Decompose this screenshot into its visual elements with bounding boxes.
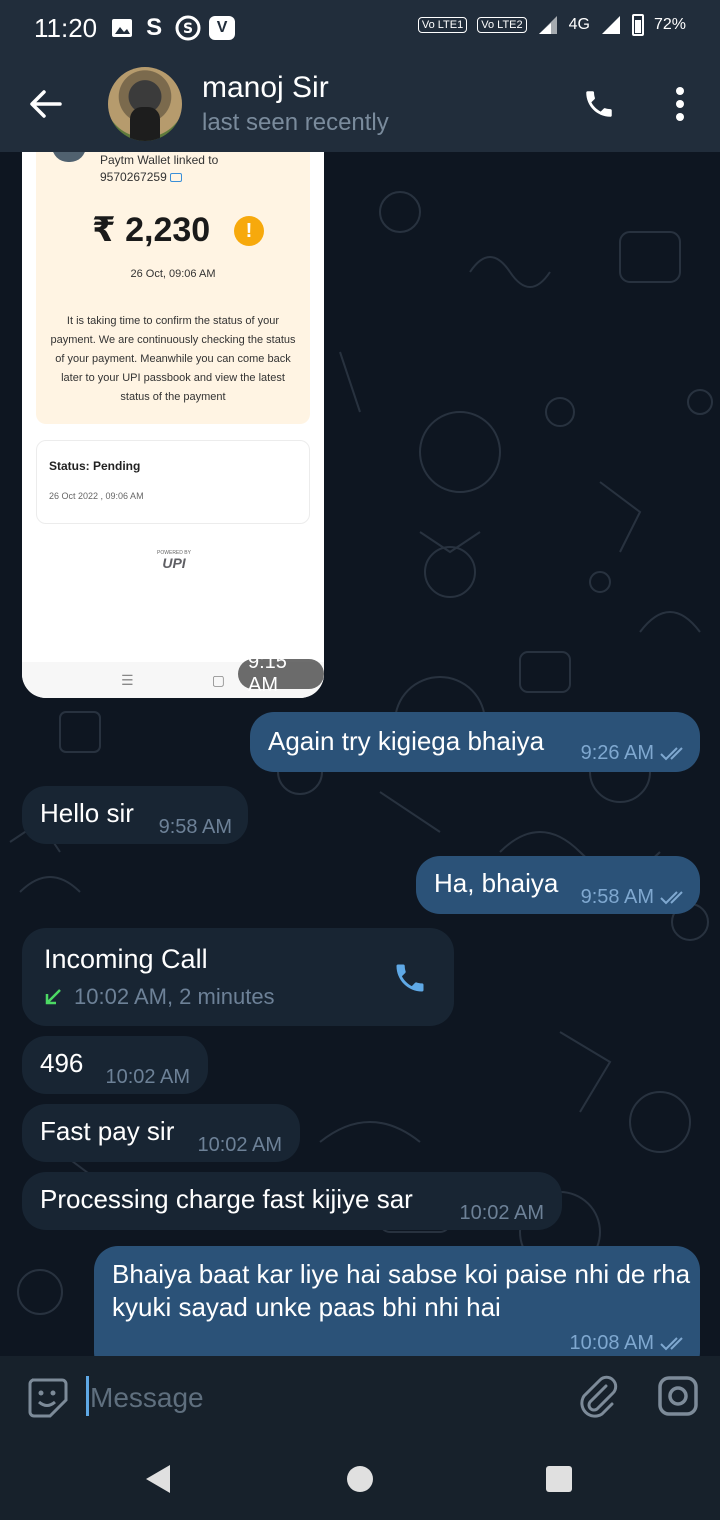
sticker-button[interactable] [26,1376,68,1418]
more-vert-icon [676,87,684,95]
status-time: 11:20 [34,12,98,43]
call-back-button[interactable] [392,960,428,1003]
message-time: 10:02 AM [197,1134,282,1156]
v-icon: V [209,16,236,40]
message-time: 9:26 AM [581,742,688,765]
status-card: Status: Pending 26 Oct 2022 , 09:06 AM [36,440,310,524]
system-status-icons: Vo LTE1 Vo LTE2 4G 72% [417,14,686,36]
paperclip-icon [580,1375,618,1418]
message-text: Fast pay sir [40,1116,175,1146]
message-bubble-incoming[interactable]: 496 10:02 AM [22,1036,208,1094]
message-time: 10:02 AM [459,1202,544,1224]
svg-text:S: S [183,21,193,37]
contact-name: manoj Sir [202,71,329,104]
payment-status: Status: Pending [49,459,141,473]
contact-info[interactable]: manoj Sir last seen recently [202,71,389,137]
message-time: 9:58 AM [158,816,232,838]
message-bubble-incoming[interactable]: Hello sir 9:58 AM [22,786,248,844]
system-navigation-bar [0,1438,720,1520]
double-check-icon [660,1337,683,1351]
message-time: 10:08 AM [569,1332,688,1355]
call-button[interactable] [574,76,624,132]
payment-description: It is taking time to confirm the status … [50,315,296,403]
sticker-emoji-icon [28,1378,68,1418]
gallery-icon [112,19,133,37]
message-bubble-incoming[interactable]: Processing charge fast kijiye sar 10:02 … [22,1172,562,1230]
s-icon: S [146,14,163,41]
message-input[interactable] [90,1378,550,1418]
status-bar: 11:20 S S V Vo LTE1 Vo LTE2 4G 72% [0,0,720,56]
call-message[interactable]: Incoming Call 10:02 AM, 2 minutes [22,928,454,1026]
message-list[interactable]: Paytm Wallet linked to 9570267259 ₹ 2,23… [0,152,720,1356]
message-time: 9:58 AM [581,886,688,909]
message-text: Hello sir [40,798,134,828]
status-date: 26 Oct 2022 , 09:06 AM [49,491,144,501]
message-time: 10:02 AM [105,1066,190,1088]
back-button[interactable] [0,56,90,152]
incoming-arrow-icon [45,989,61,1005]
nav-recents-icon[interactable] [546,1466,572,1492]
more-options-button[interactable] [660,76,700,132]
message-text: Ha, bhaiya [434,868,559,898]
last-seen-status: last seen recently [202,109,389,136]
call-title: Incoming Call [44,944,208,974]
image-timestamp: 9:15 AM [238,651,324,696]
battery-icon [631,14,644,36]
network-type: 4G [568,16,590,33]
notification-icons: S S V [111,14,236,41]
camera-icon [658,1376,698,1416]
s-circle-icon: S [175,15,201,41]
paytm-logo [52,152,86,162]
phone-icon [586,91,612,117]
payment-amount: ₹ 2,230 [92,211,211,249]
message-text: Again try kigiega bhaiya [268,726,545,756]
signal-icon-2 [601,16,620,34]
double-check-icon [660,891,683,905]
volte2-icon: Vo LTE2 [477,17,527,33]
message-input-bar [0,1356,720,1438]
attach-button[interactable] [576,1374,620,1418]
message-text: 496 [40,1048,84,1078]
call-detail: 10:02 AM, 2 minutes [44,984,275,1010]
message-bubble-outgoing[interactable]: Bhaiya baat kar liye hai sabse koi paise… [94,1246,700,1356]
avatar[interactable] [108,67,182,141]
payment-card: Paytm Wallet linked to 9570267259 ₹ 2,23… [36,152,310,424]
message-text: Processing charge fast kijiye sar [40,1184,413,1214]
back-arrow-icon [30,90,62,118]
text-cursor [86,1376,89,1416]
battery-percent: 72% [653,16,686,33]
message-bubble-outgoing[interactable]: Again try kigiega bhaiya 9:26 AM [250,712,700,772]
wallet-card-icon [170,173,183,183]
chat-header: manoj Sir last seen recently [0,56,720,152]
payment-date: 26 Oct, 09:06 AM [130,268,216,280]
phone-icon [396,964,424,992]
camera-button[interactable] [656,1374,700,1418]
nav-home-icon[interactable] [347,1466,373,1492]
message-bubble-incoming[interactable]: Fast pay sir 10:02 AM [22,1104,300,1162]
signal-icon [538,16,557,34]
home-icon: ▢ [211,671,225,688]
double-check-icon [660,747,683,761]
volte1-icon: Vo LTE1 [417,17,468,33]
message-text: Bhaiya baat kar liye hai sabse koi paise… [112,1259,691,1322]
upi-logo: POWERED BY UPI [157,550,191,571]
nav-back-icon[interactable] [146,1465,170,1493]
message-bubble-outgoing[interactable]: Ha, bhaiya 9:58 AM [416,856,700,914]
image-message[interactable]: Paytm Wallet linked to 9570267259 ₹ 2,23… [22,152,324,698]
wallet-info: Paytm Wallet linked to 9570267259 [100,153,219,184]
warning-icon: ! [234,216,264,246]
menu-icon: ☰ [121,671,134,688]
